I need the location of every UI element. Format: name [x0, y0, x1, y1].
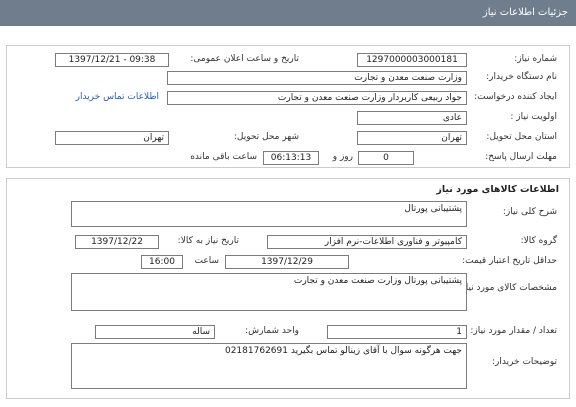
announce-datetime-label: تاریخ و ساعت اعلان عمومی: [190, 54, 299, 64]
goods-group-label: گروه کالا: [520, 236, 557, 246]
need-number-field: 1297000003000181 [357, 53, 467, 67]
need-info-panel: شماره نیاز: 1297000003000181 تاریخ و ساع… [6, 45, 570, 168]
goods-group-field: کامپیوتر و فناوری اطلاعات-نرم افزار [267, 235, 467, 249]
specs-label: مشخصات کالای مورد نیاز: [458, 283, 557, 293]
city-label: شهر محل تحویل: [233, 132, 299, 142]
priority-field: عادی [357, 111, 467, 125]
days-unit-label: روز و [332, 152, 353, 162]
time-remaining-field: 06:13:13 [263, 151, 319, 165]
buyer-notes-label: توضیحات خریدار: [491, 357, 557, 367]
deadline-label: مهلت ارسال پاسخ: [485, 152, 557, 162]
buyer-org-label: نام دستگاه خریدار: [486, 72, 557, 82]
quantity-label: تعداد / مقدار مورد نیاز: [470, 326, 557, 336]
min-price-validity-date-field: 1397/12/29 [225, 255, 349, 269]
priority-label: اولویت نیاز : [510, 112, 557, 122]
days-field: 0 [358, 151, 414, 165]
goods-section-title: اطلاعات کالاهای مورد نیاز [436, 184, 559, 195]
general-desc-label: شرح کلی نیاز: [502, 207, 557, 217]
time-label: ساعت [194, 256, 220, 266]
province-label: استان محل تحویل: [486, 132, 557, 142]
buyer-contact-link[interactable]: اطلاعات تماس خریدار [76, 92, 159, 102]
requester-field: جواد ربیعی کاربردار وزارت صنعت معدن و تج… [167, 91, 467, 105]
specs-field: پشتیبانی پورتال وزارت صنعت معدن و تجارت [71, 273, 467, 311]
requester-label: ایجاد کننده درخواست: [474, 92, 557, 102]
buyer-org-field: وزارت صنعت معدن و تجارت [167, 71, 467, 85]
unit-field: ساله [95, 325, 215, 339]
need-date-field: 1397/12/22 [75, 235, 159, 249]
min-price-validity-label: حداقل تاریخ اعتبار قیمت: [462, 256, 557, 266]
unit-label: واحد شمارش: [245, 326, 299, 336]
need-number-label: شماره نیاز: [514, 54, 557, 64]
goods-info-panel: اطلاعات کالاهای مورد نیاز شرح کلی نیاز: … [6, 178, 570, 399]
province-field: تهران [357, 131, 467, 145]
city-field: تهران [55, 131, 169, 145]
announce-datetime-field: 1397/12/21 - 09:38 [55, 53, 169, 67]
remaining-label: ساعت باقی مانده [190, 152, 257, 162]
min-price-validity-time-field: 16:00 [141, 255, 183, 269]
general-desc-field: پشتیبانی پورتال [71, 201, 467, 227]
quantity-field: 1 [327, 325, 467, 339]
need-date-label: تاریخ نیاز به کالا: [177, 236, 239, 246]
buyer-notes-field: جهت هرگونه سوال با آقای زینالو تماس بگیر… [71, 343, 467, 389]
window-title: جزئیات اطلاعات نیاز [0, 0, 576, 26]
